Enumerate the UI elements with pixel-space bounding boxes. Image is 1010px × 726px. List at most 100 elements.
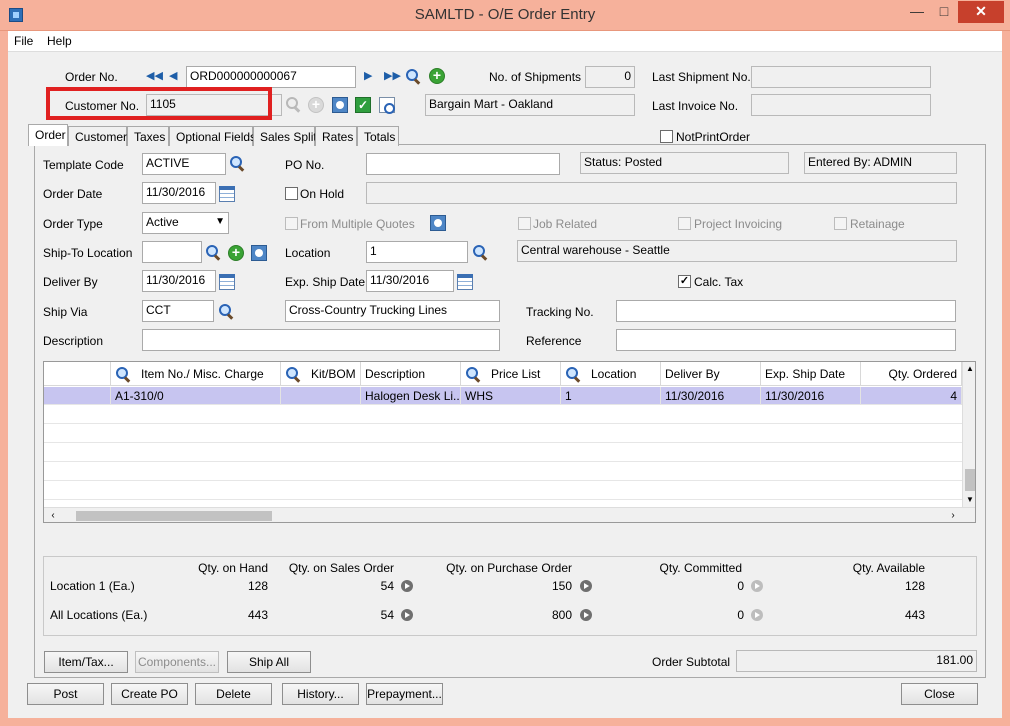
po-no-input[interactable] [366,153,560,175]
quotes-info-icon[interactable] [430,215,446,231]
on-hold-checkbox[interactable] [285,187,298,200]
deliver-by-calendar-icon[interactable] [219,274,235,290]
horizontal-scrollbar[interactable]: ‹ › [44,507,975,522]
grid-header-qty-ordered[interactable]: Qty. Ordered [861,362,962,386]
cell-deliver-by[interactable]: 11/30/2016 [661,387,761,405]
horizontal-scroll-thumb[interactable] [76,511,272,521]
ship-all-button[interactable]: Ship All [227,651,311,673]
template-code-input[interactable]: ACTIVE [142,153,226,175]
menu-file[interactable]: File [14,34,33,48]
deliver-by-input[interactable]: 11/30/2016 [142,270,216,292]
calc-tax-checkbox[interactable]: ✓ [678,275,691,288]
table-row-empty[interactable] [44,482,962,500]
vertical-scroll-thumb[interactable] [965,469,975,491]
calendar-icon[interactable] [219,186,235,202]
cell-location[interactable]: 1 [561,387,661,405]
new-order-icon[interactable]: + [429,68,445,84]
order-date-input[interactable]: 11/30/2016 [142,182,216,204]
scroll-left-icon[interactable]: ‹ [46,509,60,522]
ship-via-input[interactable]: CCT [142,300,214,322]
post-button[interactable]: Post [27,683,104,705]
customer-finder-icon[interactable] [285,96,301,112]
tab-optional-fields[interactable]: Optional Fields [169,126,256,146]
table-row-empty[interactable] [44,444,962,462]
vertical-scrollbar[interactable]: ▲ ▼ [962,362,975,507]
grid-header-price-list[interactable]: Price List [461,362,561,386]
reference-input[interactable] [616,329,956,351]
minimize-button[interactable]: — [904,1,930,23]
customer-info-icon[interactable] [332,97,348,113]
description-input[interactable] [142,329,500,351]
tab-rates[interactable]: Rates [315,126,357,146]
new-customer-icon[interactable]: + [308,97,324,113]
credit-check-icon[interactable]: ✓ [355,97,371,113]
close-button[interactable]: Close [901,683,978,705]
ship-via-finder-icon[interactable] [218,303,234,319]
ship-to-finder-icon[interactable] [205,244,221,260]
location-input[interactable]: 1 [366,241,468,263]
previous-record-icon[interactable]: ◀ [169,68,177,84]
next-record-icon[interactable]: ▶ [364,68,372,84]
close-window-button[interactable]: ✕ [958,1,1004,23]
create-po-button[interactable]: Create PO [111,683,188,705]
tab-totals[interactable]: Totals [357,126,399,146]
cell-kitbom[interactable] [281,387,361,405]
order-detail-grid[interactable]: Item No./ Misc. Charge Kit/BOM Descripti… [43,361,976,523]
grid-header-item[interactable]: Item No./ Misc. Charge [111,362,281,386]
tab-customer[interactable]: Customer [68,126,127,146]
location-finder-icon[interactable] [472,244,488,260]
row-selector[interactable] [44,387,111,405]
tracking-no-input[interactable] [616,300,956,322]
exp-ship-calendar-icon[interactable] [457,274,473,290]
last-shipment-label: Last Shipment No. [652,70,751,84]
table-row-empty[interactable] [44,425,962,443]
exp-ship-date-input[interactable]: 11/30/2016 [366,270,454,292]
table-row-empty[interactable] [44,406,962,424]
cell-item[interactable]: A1-310/0 [111,387,281,405]
not-print-order-checkbox[interactable] [660,130,673,143]
cell-exp-ship-date[interactable]: 11/30/2016 [761,387,861,405]
history-button[interactable]: History... [282,683,359,705]
grid-header-kitbom[interactable]: Kit/BOM [281,362,361,386]
price-list-finder-icon[interactable] [465,366,481,382]
menu-help[interactable]: Help [47,34,72,48]
item-tax-button[interactable]: Item/Tax... [44,651,128,673]
cell-description[interactable]: Halogen Desk Li... [361,387,461,405]
ship-to-input[interactable] [142,241,202,263]
scroll-down-icon[interactable]: ▼ [963,493,975,507]
last-shipment-field [751,66,931,88]
ship-to-info-icon[interactable] [251,245,267,261]
order-finder-icon[interactable] [405,68,421,84]
tab-taxes[interactable]: Taxes [127,126,169,146]
all-purchase-order-drilldown-icon[interactable] [580,609,592,621]
delete-button[interactable]: Delete [195,683,272,705]
tab-sales-split[interactable]: Sales Split [253,126,317,146]
first-record-icon[interactable]: ◀◀ [146,68,163,84]
maximize-button[interactable]: □ [931,1,957,23]
customer-document-icon[interactable] [379,97,395,114]
template-finder-icon[interactable] [229,155,245,171]
last-record-icon[interactable]: ▶▶ [384,68,401,84]
table-row[interactable]: A1-310/0 Halogen Desk Li... WHS 1 11/30/… [44,387,962,405]
sales-order-drilldown-icon[interactable] [401,580,413,592]
cell-qty-ordered[interactable]: 4 [861,387,962,405]
grid-location-finder-icon[interactable] [565,366,581,382]
grid-header-exp-ship-date[interactable]: Exp. Ship Date [761,362,861,386]
all-sales-order-drilldown-icon[interactable] [401,609,413,621]
cell-price-list[interactable]: WHS [461,387,561,405]
purchase-order-drilldown-icon[interactable] [580,580,592,592]
tab-order[interactable]: Order [28,124,68,146]
grid-header-deliver-by[interactable]: Deliver By [661,362,761,386]
grid-header-location[interactable]: Location [561,362,661,386]
order-no-input[interactable]: ORD000000000067 [186,66,356,88]
item-finder-icon[interactable] [115,366,131,382]
scroll-right-icon[interactable]: › [946,509,960,522]
scroll-up-icon[interactable]: ▲ [963,362,975,376]
prepayment-button[interactable]: Prepayment... [366,683,443,705]
ship-via-desc-input[interactable]: Cross-Country Trucking Lines [285,300,500,322]
grid-header-description[interactable]: Description [361,362,461,386]
table-row-empty[interactable] [44,463,962,481]
new-ship-to-icon[interactable]: + [228,245,244,261]
kitbom-finder-icon[interactable] [285,366,301,382]
order-type-select[interactable]: Active ▼ [142,212,229,234]
